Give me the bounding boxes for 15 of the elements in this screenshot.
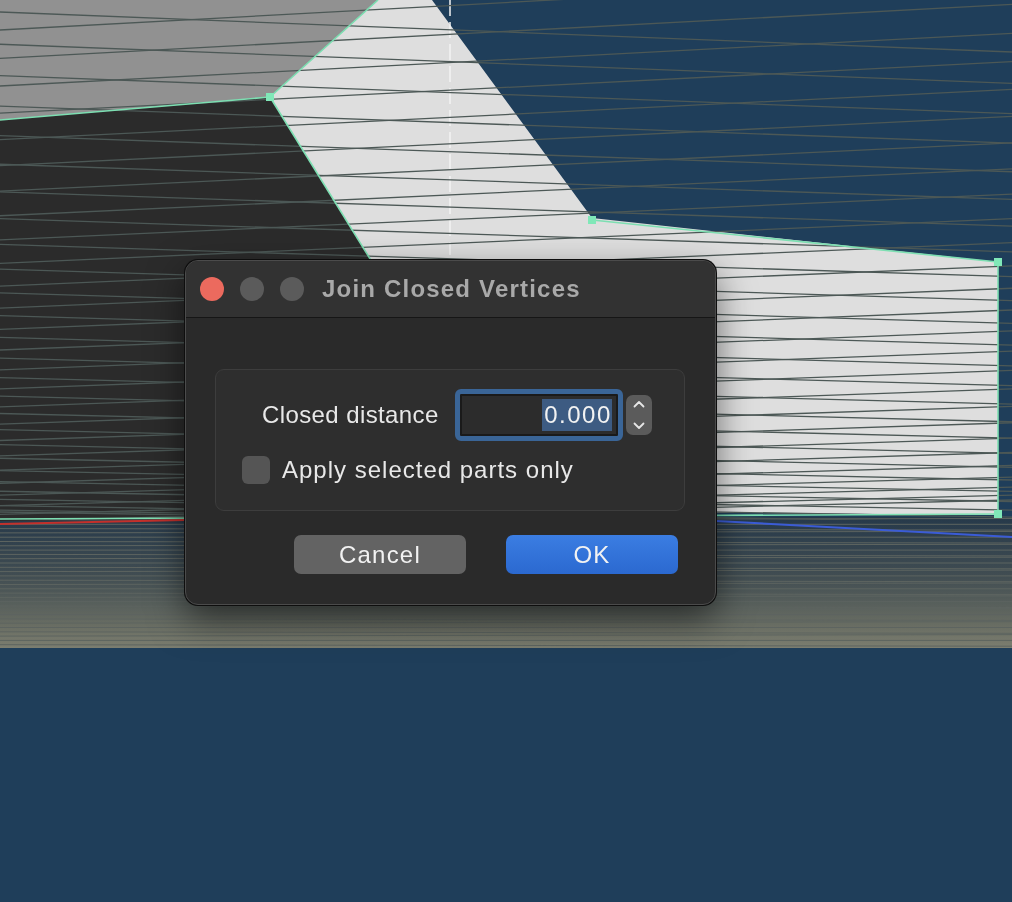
vertex-marker-icon bbox=[994, 510, 1002, 518]
close-button[interactable] bbox=[200, 277, 224, 301]
vertex-marker-icon bbox=[994, 258, 1002, 266]
number-field[interactable]: 0.000 bbox=[454, 389, 623, 441]
chevron-up-icon bbox=[632, 400, 645, 408]
checkbox-label: Apply selected parts only bbox=[282, 456, 574, 484]
dialog-button[interactable]: Cancel bbox=[294, 535, 466, 574]
window-title: Join Closed Vertices bbox=[322, 275, 581, 303]
stepper-button[interactable] bbox=[625, 395, 652, 435]
chevron-down-icon bbox=[632, 422, 645, 430]
dialog-button[interactable]: OK bbox=[506, 535, 678, 574]
field-label: Closed distance bbox=[262, 401, 439, 429]
vertex-marker-icon bbox=[266, 93, 274, 101]
vertex-marker-icon bbox=[588, 216, 596, 224]
checkbox[interactable] bbox=[242, 456, 270, 484]
